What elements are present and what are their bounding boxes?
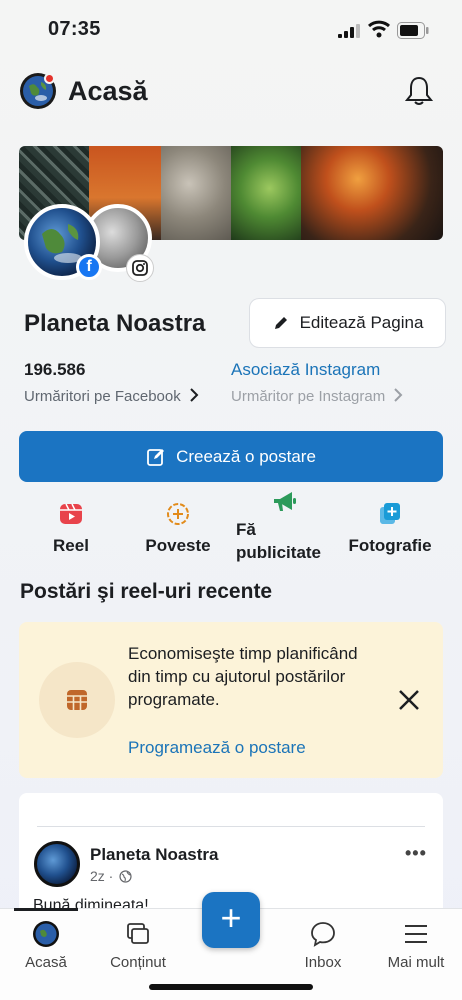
close-icon[interactable] (397, 688, 421, 712)
tab-home[interactable]: Acasă (14, 920, 78, 971)
chevron-right-icon (394, 388, 403, 402)
megaphone-icon (274, 492, 296, 511)
reel-icon (60, 503, 82, 524)
post-author[interactable]: Planeta Noastra (90, 845, 219, 865)
action-label: Poveste (145, 536, 211, 555)
section-title: Postări şi reel-uri recente (20, 580, 273, 603)
home-indicator (149, 984, 313, 990)
action-label: Fă publicitate (236, 520, 322, 562)
action-advertise[interactable]: Fă publicitate (236, 490, 336, 564)
active-tab-indicator (14, 908, 78, 911)
tab-label: Acasă (25, 954, 67, 971)
tab-more[interactable]: Mai mult (378, 920, 454, 971)
facebook-icon: f (76, 254, 102, 280)
post-meta: 2z · (90, 868, 132, 884)
instagram-icon (126, 254, 154, 282)
more-options-icon[interactable]: ••• (405, 843, 427, 864)
post-timestamp: 2z · (90, 868, 114, 884)
story-icon (167, 503, 189, 525)
action-label: Reel (53, 536, 89, 555)
edit-page-button[interactable]: Editează Pagina (249, 298, 446, 348)
action-story[interactable]: Poveste (133, 502, 223, 556)
edit-page-label: Editează Pagina (299, 313, 424, 332)
create-fab-button[interactable]: + (202, 892, 260, 948)
action-label: Fotografie (348, 536, 432, 555)
menu-icon (405, 925, 427, 943)
divider (37, 826, 425, 827)
facebook-followers-link[interactable]: Urmăritori pe Facebook (24, 388, 199, 405)
schedule-post-link[interactable]: Programează o postare (128, 738, 306, 758)
tab-label: Mai mult (387, 954, 445, 971)
facebook-followers-label: Urmăritori pe Facebook (24, 388, 181, 405)
globe-icon (119, 870, 132, 883)
page-name: Planeta Noastra (24, 310, 206, 337)
create-post-label: Creează o postare (176, 446, 316, 466)
action-photo[interactable]: Fotografie (340, 502, 440, 556)
page-title: Acasă (68, 76, 148, 106)
notification-dot (44, 73, 55, 84)
post-avatar[interactable] (34, 841, 80, 887)
instagram-followers-label: Urmăritor pe Instagram (231, 388, 386, 405)
battery-icon (397, 22, 429, 39)
scheduled-posts-promo: Economiseşte timp planificând din timp c… (19, 622, 443, 778)
link-instagram-link[interactable]: Asociază Instagram (231, 360, 380, 380)
wifi-icon (368, 20, 390, 38)
promo-text: Economiseşte timp planificând din timp c… (128, 644, 358, 709)
home-avatar-icon (33, 921, 59, 947)
tab-label: Conținut (110, 954, 166, 971)
signal-icon (338, 24, 360, 38)
facebook-follower-count: 196.586 (24, 360, 86, 379)
tab-inbox[interactable]: Inbox (292, 920, 354, 971)
photo-icon (380, 503, 400, 524)
tab-content[interactable]: Conținut (100, 920, 176, 971)
instagram-followers-link[interactable]: Urmăritor pe Instagram (231, 388, 403, 405)
bell-icon[interactable] (404, 75, 434, 107)
content-icon (127, 923, 149, 944)
calendar-icon (39, 662, 115, 738)
status-time: 07:35 (48, 18, 101, 40)
create-post-button[interactable]: Creează o postare (19, 431, 443, 482)
chevron-right-icon (190, 388, 199, 402)
chat-bubble-icon (311, 922, 335, 947)
action-reel[interactable]: Reel (31, 502, 111, 556)
tab-label: Inbox (304, 954, 342, 971)
pencil-icon (274, 317, 287, 329)
compose-icon (147, 448, 165, 466)
